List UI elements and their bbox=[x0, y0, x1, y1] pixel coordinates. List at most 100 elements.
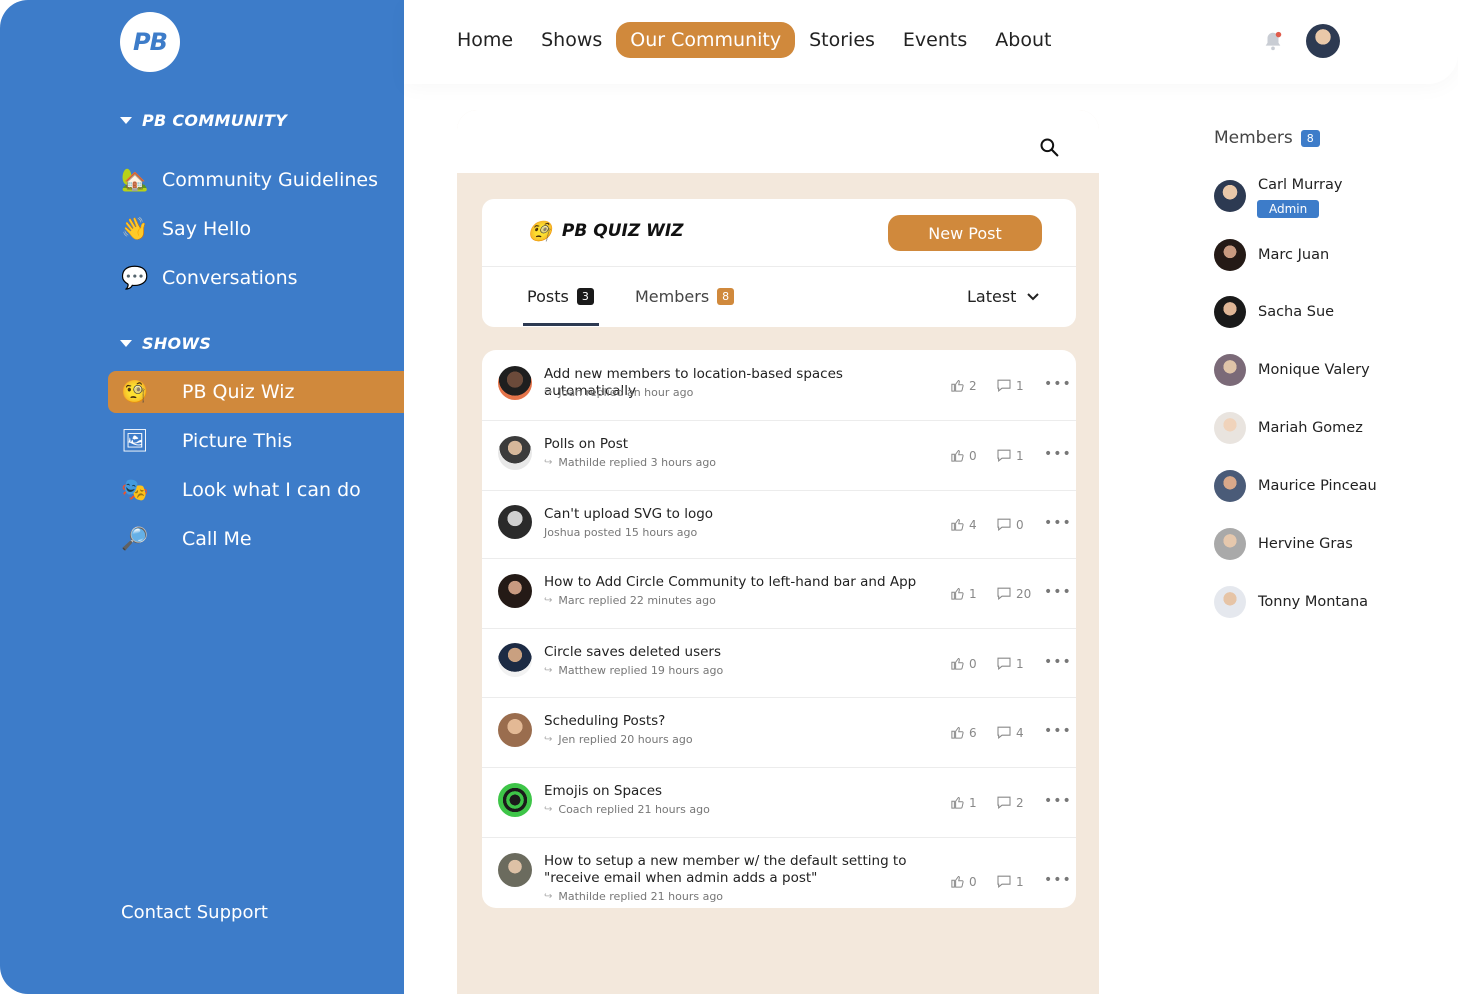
house-tree-icon: 🏡 bbox=[121, 167, 149, 193]
comment-icon bbox=[997, 379, 1011, 392]
thumbs-up-icon bbox=[951, 726, 964, 739]
post-row[interactable]: Add new members to location-based spaces… bbox=[482, 350, 1076, 421]
post-stats: 1 2 bbox=[950, 795, 1046, 810]
like-button[interactable]: 1 bbox=[950, 586, 996, 601]
more-options-icon[interactable]: ••• bbox=[1044, 872, 1072, 888]
section-shows-toggle[interactable]: SHOWS bbox=[120, 334, 211, 353]
member-name: Sacha Sue bbox=[1258, 304, 1335, 320]
member-item[interactable]: Monique Valery bbox=[1214, 354, 1370, 386]
comment-button[interactable]: 1 bbox=[996, 378, 1046, 393]
sort-dropdown[interactable]: Latest bbox=[967, 287, 1040, 306]
like-button[interactable]: 0 bbox=[950, 656, 996, 671]
post-row[interactable]: Emojis on Spaces ↪ Coach replied 21 hours… bbox=[482, 768, 1076, 838]
sort-label: Latest bbox=[967, 287, 1017, 306]
post-meta: ↪ Mathilde replied 3 hours ago bbox=[544, 456, 716, 469]
author-avatar bbox=[498, 505, 532, 539]
like-count: 1 bbox=[969, 586, 977, 601]
like-button[interactable]: 4 bbox=[950, 517, 996, 532]
nav-shows[interactable]: Shows bbox=[527, 22, 616, 58]
caret-down-icon bbox=[120, 340, 132, 347]
sidebar-item-label: Picture This bbox=[182, 430, 293, 452]
user-avatar[interactable] bbox=[1306, 24, 1340, 58]
member-avatar bbox=[1214, 470, 1246, 502]
sidebar: PB PB COMMUNITY 🏡 Community Guidelines 👋… bbox=[0, 0, 404, 994]
thumbs-up-icon bbox=[951, 518, 964, 531]
comment-button[interactable]: 1 bbox=[996, 874, 1046, 889]
post-stats: 0 1 bbox=[950, 656, 1046, 671]
like-button[interactable]: 1 bbox=[950, 795, 996, 810]
post-meta-text: Matthew replied 19 hours ago bbox=[558, 664, 724, 677]
sidebar-item-pb-quiz-wiz[interactable]: 🧐 PB Quiz Wiz bbox=[108, 371, 404, 413]
post-row[interactable]: Polls on Post ↪ Mathilde replied 3 hours … bbox=[482, 421, 1076, 491]
nav-home[interactable]: Home bbox=[457, 22, 527, 58]
member-avatar bbox=[1214, 296, 1246, 328]
nav-about[interactable]: About bbox=[981, 22, 1065, 58]
like-button[interactable]: 6 bbox=[950, 725, 996, 740]
nav-events[interactable]: Events bbox=[889, 22, 981, 58]
member-item[interactable]: Maurice Pinceau bbox=[1214, 470, 1377, 502]
comment-button[interactable]: 1 bbox=[996, 656, 1046, 671]
sidebar-item-say-hello[interactable]: 👋 Say Hello bbox=[120, 211, 251, 247]
comment-icon bbox=[997, 875, 1011, 888]
like-button[interactable]: 0 bbox=[950, 448, 996, 463]
comment-button[interactable]: 4 bbox=[996, 725, 1046, 740]
post-meta: ↪ Marc replied 22 minutes ago bbox=[544, 594, 716, 607]
like-button[interactable]: 2 bbox=[950, 378, 996, 393]
member-item[interactable]: Tonny Montana bbox=[1214, 586, 1368, 618]
logo[interactable]: PB bbox=[120, 12, 180, 72]
post-stats: 0 1 bbox=[950, 448, 1046, 463]
comment-button[interactable]: 1 bbox=[996, 448, 1046, 463]
nav-stories[interactable]: Stories bbox=[795, 22, 889, 58]
post-title: How to Add Circle Community to left-hand… bbox=[544, 574, 917, 590]
comment-button[interactable]: 2 bbox=[996, 795, 1046, 810]
bell-icon[interactable] bbox=[1262, 30, 1284, 52]
post-row[interactable]: Circle saves deleted users ↪ Matthew repl… bbox=[482, 629, 1076, 698]
sidebar-item-community-guidelines[interactable]: 🏡 Community Guidelines bbox=[120, 162, 378, 198]
members-count-badge: 8 bbox=[1300, 129, 1320, 147]
comment-button[interactable]: 0 bbox=[996, 517, 1046, 532]
member-item[interactable]: Hervine Gras bbox=[1214, 528, 1353, 560]
sidebar-item-picture-this[interactable]: 🖼 Picture This bbox=[108, 420, 404, 462]
post-row[interactable]: Scheduling Posts? ↪ Jen replied 20 hours … bbox=[482, 698, 1076, 768]
like-button[interactable]: 0 bbox=[950, 874, 996, 889]
logo-text: PB bbox=[133, 28, 168, 56]
more-options-icon[interactable]: ••• bbox=[1044, 446, 1072, 462]
thumbs-up-icon bbox=[951, 587, 964, 600]
contact-support-link[interactable]: Contact Support bbox=[121, 902, 268, 923]
new-post-button[interactable]: New Post bbox=[888, 215, 1042, 251]
post-row[interactable]: How to Add Circle Community to left-hand… bbox=[482, 559, 1076, 629]
tab-members[interactable]: Members 8 bbox=[635, 287, 735, 306]
more-options-icon[interactable]: ••• bbox=[1044, 723, 1072, 739]
member-avatar bbox=[1214, 239, 1246, 271]
sidebar-item-look-what-i-can-do[interactable]: 🎭 Look what I can do bbox=[108, 469, 404, 511]
like-count: 0 bbox=[969, 656, 977, 671]
nav-our-community[interactable]: Our Community bbox=[616, 22, 796, 58]
post-row[interactable]: How to setup a new member w/ the default… bbox=[482, 838, 1076, 908]
top-bar: Home Shows Our Community Stories Events … bbox=[404, 0, 1458, 84]
post-stats: 6 4 bbox=[950, 725, 1046, 740]
author-avatar bbox=[498, 713, 532, 747]
sidebar-item-call-me[interactable]: 🔎 Call Me bbox=[108, 518, 404, 560]
member-item[interactable]: Marc Juan bbox=[1214, 239, 1329, 271]
member-item[interactable]: Mariah Gomez bbox=[1214, 412, 1363, 444]
member-name: Tonny Montana bbox=[1258, 594, 1369, 610]
more-options-icon[interactable]: ••• bbox=[1044, 376, 1072, 392]
post-meta-text: Jen replied 20 hours ago bbox=[558, 733, 693, 746]
sidebar-item-conversations[interactable]: 💬 Conversations bbox=[120, 260, 297, 296]
tab-posts[interactable]: Posts 3 bbox=[527, 287, 594, 306]
more-options-icon[interactable]: ••• bbox=[1044, 654, 1072, 670]
post-meta: ↪ Mathilde replied 21 hours ago bbox=[544, 890, 723, 903]
comment-count: 1 bbox=[1016, 378, 1024, 393]
post-row[interactable]: Can't upload SVG to logo Joshua posted 1… bbox=[482, 491, 1076, 559]
member-item[interactable]: Sacha Sue bbox=[1214, 296, 1334, 328]
section-community-toggle[interactable]: PB COMMUNITY bbox=[120, 111, 287, 130]
search-icon[interactable] bbox=[1039, 137, 1059, 157]
reply-arrow-icon: ↪ bbox=[544, 891, 553, 902]
author-avatar bbox=[498, 783, 532, 817]
comment-button[interactable]: 20 bbox=[996, 586, 1046, 601]
more-options-icon[interactable]: ••• bbox=[1044, 793, 1072, 809]
post-stats: 0 1 bbox=[950, 874, 1046, 889]
post-stats: 4 0 bbox=[950, 517, 1046, 532]
more-options-icon[interactable]: ••• bbox=[1044, 584, 1072, 600]
more-options-icon[interactable]: ••• bbox=[1044, 515, 1072, 531]
